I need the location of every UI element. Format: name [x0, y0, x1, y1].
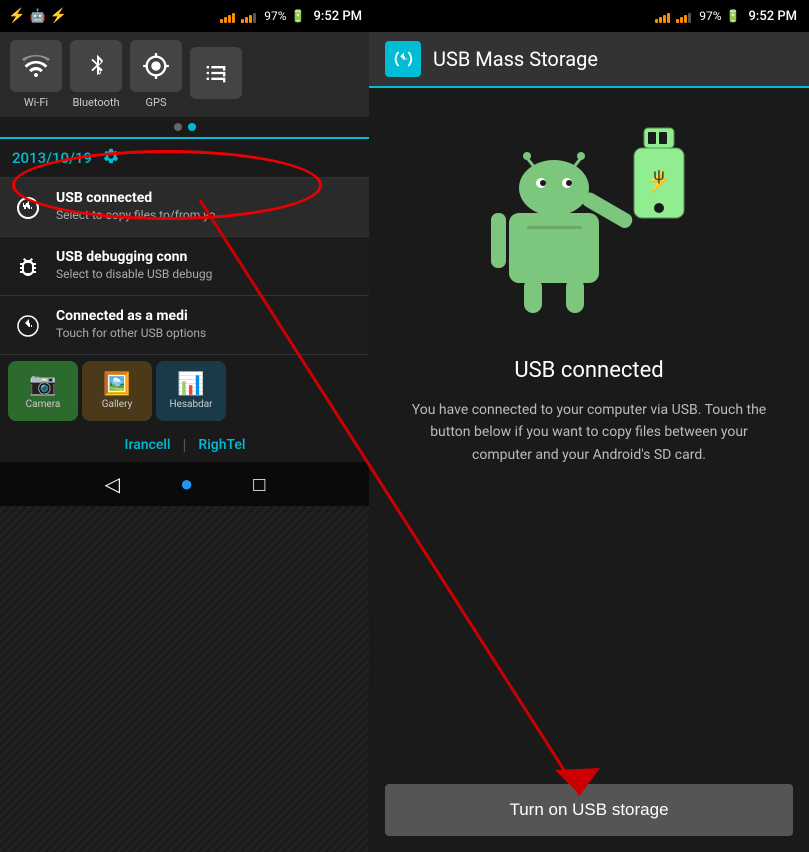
dot-2 — [188, 123, 196, 131]
dot-1 — [174, 123, 182, 131]
android-usb-svg: ⚡ ψ — [479, 118, 699, 338]
wifi-icon-box — [10, 40, 62, 92]
notif-media-subtitle: Touch for other USB options — [56, 326, 206, 340]
quick-toggles: Wi-Fi Bluetooth GPS — [0, 32, 370, 117]
notif-debug-content: USB debugging conn Select to disable USB… — [56, 249, 212, 281]
turn-on-usb-button[interactable]: Turn on USB storage — [385, 784, 793, 836]
bottom-left: 📷 Camera 🖼️ Gallery 📊 Hesabdar Irancell … — [0, 355, 370, 506]
camera-icon: 📷 — [29, 372, 56, 397]
usb-description: You have connected to your computer via … — [399, 399, 779, 466]
wifi-label: Wi-Fi — [24, 96, 48, 109]
signal-bars-right-2 — [676, 9, 691, 23]
android-illustration: ⚡ ψ — [479, 118, 699, 338]
gps-toggle[interactable]: GPS — [130, 40, 182, 109]
share-icon-box — [190, 47, 242, 99]
status-right-left: 97% 🔋 9:52 PM — [220, 9, 362, 24]
left-panel: ⚡ 🤖 ⚡ 97% 🔋 9:52 PM — [0, 0, 370, 852]
usb-header: USB Mass Storage — [369, 32, 809, 88]
bluetooth-label: Bluetooth — [72, 96, 119, 109]
notif-debug-subtitle: Select to disable USB debugg — [56, 267, 212, 281]
bluetooth-toggle[interactable]: Bluetooth — [70, 40, 122, 109]
gps-icon-box — [130, 40, 182, 92]
gallery-label: Gallery — [102, 399, 133, 410]
hesabdar-label: Hesabdar — [169, 399, 212, 410]
time-left: 9:52 PM — [314, 9, 363, 24]
usb-settings-icon — [392, 48, 414, 70]
settings-icon[interactable] — [102, 147, 120, 169]
wifi-toggle[interactable]: Wi-Fi — [10, 40, 62, 109]
date-bar: 2013/10/19 — [0, 139, 370, 178]
gallery-app[interactable]: 🖼️ Gallery — [82, 361, 152, 421]
android-body-group — [491, 152, 635, 313]
button-area: Turn on USB storage — [369, 768, 809, 852]
notif-media[interactable]: Connected as a medi Touch for other USB … — [0, 296, 370, 355]
notif-usb-title: USB connected — [56, 190, 216, 206]
usb-content: ⚡ ψ — [369, 88, 809, 768]
back-button[interactable]: ◁ — [105, 472, 120, 496]
notif-usb-debug[interactable]: USB debugging conn Select to disable USB… — [0, 237, 370, 296]
carrier-bar: Irancell | RighTel — [0, 427, 370, 462]
notif-media-title: Connected as a medi — [56, 308, 206, 324]
battery-icon-left: 🔋 — [291, 9, 306, 23]
carrier-2: RighTel — [198, 437, 245, 453]
time-right: 9:52 PM — [749, 9, 798, 24]
debug-notif-icon — [12, 251, 44, 283]
hesabdar-app[interactable]: 📊 Hesabdar — [156, 361, 226, 421]
battery-percent-left: 97% — [264, 9, 286, 23]
notif-debug-title: USB debugging conn — [56, 249, 212, 265]
notification-list: USB connected Select to copy files to/fr… — [0, 178, 370, 355]
usb-icon-2: ⚡ — [50, 8, 67, 24]
gallery-icon: 🖼️ — [103, 372, 130, 397]
status-bar-left: ⚡ 🤖 ⚡ 97% 🔋 9:52 PM — [0, 0, 370, 32]
share-icon — [202, 59, 230, 87]
hesabdar-icon: 📊 — [177, 372, 204, 397]
home-button[interactable]: ● — [180, 471, 193, 497]
carrier-1: Irancell — [125, 437, 171, 453]
status-icons-left: ⚡ 🤖 ⚡ — [8, 8, 67, 24]
notif-usb-content: USB connected Select to copy files to/fr… — [56, 190, 216, 222]
dots-indicator — [0, 117, 370, 139]
media-notif-icon — [12, 310, 44, 342]
battery-icon-right: 🔋 — [726, 9, 741, 23]
usb-connected-title: USB connected — [514, 358, 663, 383]
camera-app[interactable]: 📷 Camera — [8, 361, 78, 421]
battery-percent-right: 97% — [699, 9, 721, 23]
signal-bars-2 — [241, 9, 256, 23]
gps-label: GPS — [146, 96, 167, 109]
bluetooth-icon — [85, 52, 107, 80]
notif-media-content: Connected as a medi Touch for other USB … — [56, 308, 206, 340]
usb-notif-icon — [12, 192, 44, 224]
nav-bar: ◁ ● □ — [0, 462, 370, 506]
app-icons-row: 📷 Camera 🖼️ Gallery 📊 Hesabdar — [0, 355, 370, 427]
recents-button[interactable]: □ — [253, 472, 265, 497]
notif-usb-connected[interactable]: USB connected Select to copy files to/fr… — [0, 178, 370, 237]
camera-label: Camera — [26, 399, 61, 410]
usb-icon-1: ⚡ — [8, 8, 25, 24]
bt-icon-box — [70, 40, 122, 92]
signal-bars-1 — [220, 9, 235, 23]
svg-text:ψ: ψ — [653, 167, 664, 184]
signal-bars-right-1 — [655, 9, 670, 23]
notif-usb-subtitle: Select to copy files to/from yo — [56, 208, 216, 222]
carrier-divider: | — [183, 435, 187, 454]
gps-icon — [142, 52, 170, 80]
right-panel: 97% 🔋 9:52 PM USB Mass Storage — [369, 0, 809, 852]
date-text: 2013/10/19 — [12, 149, 92, 167]
usb-drive-group: ⚡ ψ — [634, 128, 684, 218]
status-bar-right: 97% 🔋 9:52 PM — [369, 0, 809, 32]
android-icon: 🤖 — [29, 9, 45, 24]
wifi-icon — [22, 55, 50, 77]
status-right-icons: 97% 🔋 9:52 PM — [655, 9, 797, 24]
usb-header-icon-box — [385, 41, 421, 77]
share-toggle[interactable] — [190, 47, 242, 103]
usb-header-title: USB Mass Storage — [433, 47, 598, 71]
